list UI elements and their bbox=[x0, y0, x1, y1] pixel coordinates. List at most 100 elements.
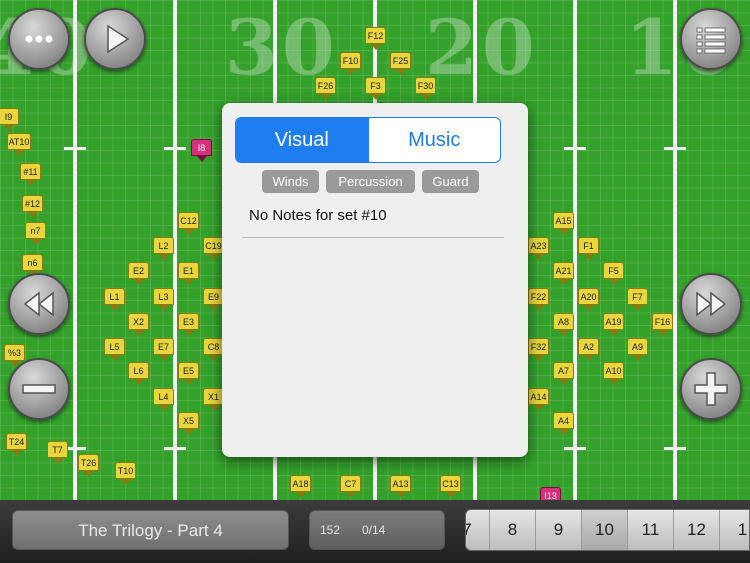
performer-marker[interactable]: F26 bbox=[315, 77, 336, 100]
performer-marker-selected[interactable]: I8 bbox=[191, 139, 212, 162]
hash-mark bbox=[564, 147, 586, 150]
performer-marker[interactable]: L4 bbox=[153, 388, 174, 411]
performer-marker[interactable]: A13 bbox=[390, 475, 411, 498]
zoom-out-button[interactable] bbox=[8, 358, 70, 420]
performer-marker[interactable]: #12 bbox=[22, 195, 43, 218]
performer-marker[interactable]: F5 bbox=[603, 262, 624, 285]
performer-marker[interactable]: A15 bbox=[553, 212, 574, 235]
performer-marker[interactable]: A8 bbox=[553, 313, 574, 336]
performer-marker[interactable]: A10 bbox=[603, 362, 624, 385]
performer-marker[interactable]: A14 bbox=[528, 388, 549, 411]
list-icon bbox=[696, 27, 726, 54]
bottom-toolbar: The Trilogy - Part 4 152 0/14 7 8 9 10 1… bbox=[0, 500, 750, 563]
performer-marker[interactable]: n6 bbox=[22, 254, 43, 277]
performer-marker[interactable]: E2 bbox=[128, 262, 149, 285]
set-cell[interactable]: 1 bbox=[719, 510, 749, 550]
performer-marker[interactable]: C7 bbox=[340, 475, 361, 498]
performer-marker[interactable]: A21 bbox=[553, 262, 574, 285]
performer-marker[interactable]: F32 bbox=[528, 338, 549, 361]
set-cell[interactable]: 7 bbox=[466, 510, 490, 550]
performer-marker[interactable]: A23 bbox=[528, 237, 549, 260]
performer-marker[interactable]: E7 bbox=[153, 338, 174, 361]
performer-marker[interactable]: F7 bbox=[627, 288, 648, 311]
filter-winds-button[interactable]: Winds bbox=[262, 170, 319, 193]
hash-mark bbox=[64, 147, 86, 150]
fast-forward-button[interactable] bbox=[680, 273, 742, 335]
performer-marker[interactable]: A19 bbox=[603, 313, 624, 336]
zoom-in-button[interactable] bbox=[680, 358, 742, 420]
divider bbox=[242, 237, 504, 238]
set-cell[interactable]: 12 bbox=[673, 510, 719, 550]
performer-marker[interactable]: L3 bbox=[153, 288, 174, 311]
performer-marker[interactable]: F16 bbox=[652, 313, 673, 336]
yard-number: 20 bbox=[425, 3, 539, 92]
hash-mark bbox=[664, 447, 686, 450]
performer-marker[interactable]: L1 bbox=[104, 288, 125, 311]
performer-marker[interactable]: A9 bbox=[627, 338, 648, 361]
performer-marker[interactable]: X1 bbox=[203, 388, 224, 411]
performer-marker[interactable]: F1 bbox=[578, 237, 599, 260]
yard-number: 30 bbox=[225, 3, 339, 92]
performer-marker[interactable]: F30 bbox=[415, 77, 436, 100]
performer-marker[interactable]: E1 bbox=[178, 262, 199, 285]
performer-marker[interactable]: F10 bbox=[340, 52, 361, 75]
filter-percussion-button[interactable]: Percussion bbox=[326, 170, 415, 193]
performer-marker[interactable]: F3 bbox=[365, 77, 386, 100]
performer-marker[interactable]: A18 bbox=[290, 475, 311, 498]
hash-mark bbox=[564, 447, 586, 450]
performer-marker[interactable]: F12 bbox=[365, 27, 386, 50]
set-selector[interactable]: 7 8 9 10 11 12 1 bbox=[465, 509, 750, 551]
play-button[interactable] bbox=[84, 8, 146, 70]
performer-marker[interactable]: T7 bbox=[47, 441, 68, 464]
performer-marker[interactable]: E9 bbox=[203, 288, 224, 311]
minus-icon bbox=[22, 384, 56, 394]
tab-music[interactable]: Music bbox=[367, 118, 501, 162]
performer-marker[interactable]: #11 bbox=[20, 163, 41, 186]
plus-icon bbox=[694, 372, 728, 406]
set-cell[interactable]: 9 bbox=[535, 510, 581, 550]
performer-marker[interactable]: A7 bbox=[553, 362, 574, 385]
filter-guard-button[interactable]: Guard bbox=[422, 170, 479, 193]
performer-marker[interactable]: L6 bbox=[128, 362, 149, 385]
hash-mark bbox=[664, 147, 686, 150]
show-title-button[interactable]: The Trilogy - Part 4 bbox=[12, 510, 289, 550]
notes-popover: Visual Music Winds Percussion Guard No N… bbox=[222, 103, 528, 457]
performer-marker[interactable]: E3 bbox=[178, 313, 199, 336]
performer-marker[interactable]: T10 bbox=[115, 462, 136, 485]
performer-marker[interactable]: A20 bbox=[578, 288, 599, 311]
fast-forward-icon bbox=[696, 291, 727, 317]
performer-marker[interactable]: n7 bbox=[25, 222, 46, 245]
performer-marker[interactable]: T24 bbox=[6, 433, 27, 456]
performer-marker[interactable]: F25 bbox=[390, 52, 411, 75]
set-cell[interactable]: 11 bbox=[627, 510, 673, 550]
list-button[interactable] bbox=[680, 8, 742, 70]
performer-marker[interactable]: %3 bbox=[4, 344, 25, 367]
hash-mark bbox=[164, 147, 186, 150]
performer-marker[interactable]: X2 bbox=[128, 313, 149, 336]
performer-marker[interactable]: I9 bbox=[0, 108, 19, 131]
performer-marker[interactable]: C12 bbox=[178, 212, 199, 235]
hash-mark bbox=[164, 447, 186, 450]
performer-marker[interactable]: L2 bbox=[153, 237, 174, 260]
rewind-button[interactable] bbox=[8, 273, 70, 335]
performer-marker[interactable]: C19 bbox=[203, 237, 224, 260]
count-display[interactable]: 152 0/14 bbox=[309, 510, 445, 550]
performer-marker[interactable]: AT10 bbox=[7, 133, 31, 156]
performer-marker[interactable]: C13 bbox=[440, 475, 461, 498]
performer-marker[interactable]: L5 bbox=[104, 338, 125, 361]
set-cell-current[interactable]: 10 bbox=[581, 510, 627, 550]
performer-marker[interactable]: A4 bbox=[553, 412, 574, 435]
set-cell[interactable]: 8 bbox=[489, 510, 535, 550]
notes-text: No Notes for set #10 bbox=[249, 207, 387, 224]
more-button[interactable] bbox=[8, 8, 70, 70]
performer-marker[interactable]: T26 bbox=[78, 454, 99, 477]
performer-marker[interactable]: F22 bbox=[528, 288, 549, 311]
yard-line bbox=[673, 0, 677, 500]
performer-marker-selected[interactable]: I13 bbox=[540, 487, 561, 500]
performer-marker[interactable]: C8 bbox=[203, 338, 224, 361]
performer-marker[interactable]: E5 bbox=[178, 362, 199, 385]
performer-marker[interactable]: X5 bbox=[178, 412, 199, 435]
rewind-icon bbox=[23, 291, 54, 317]
tab-visual[interactable]: Visual bbox=[236, 118, 368, 162]
performer-marker[interactable]: A2 bbox=[578, 338, 599, 361]
